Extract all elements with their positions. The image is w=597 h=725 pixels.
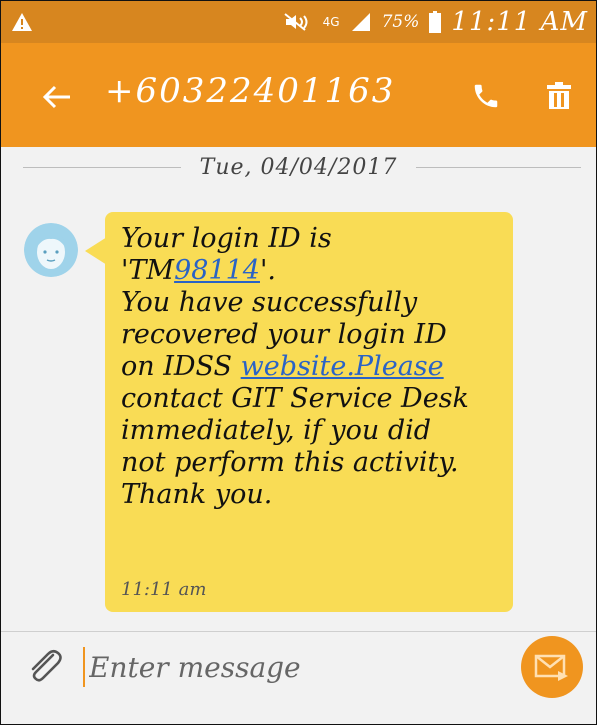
bubble-tail <box>85 237 107 265</box>
phone-icon <box>474 84 498 108</box>
call-button[interactable] <box>471 81 505 115</box>
back-arrow-icon <box>42 85 70 109</box>
contact-avatar[interactable] <box>24 223 78 277</box>
paperclip-icon <box>31 649 62 682</box>
message-line: on IDSS website.Please <box>121 351 444 382</box>
message-input[interactable] <box>89 644 489 690</box>
message-timestamp: 11:11 am <box>121 579 207 600</box>
status-bar: 4G 75% 11:11 AM <box>1 1 596 43</box>
attach-button[interactable] <box>23 646 65 688</box>
send-button[interactable] <box>521 636 583 698</box>
battery-icon <box>429 11 442 33</box>
phone-screen: 4G 75% 11:11 AM +60322401163 Tue, 04/04/… <box>0 0 597 725</box>
message-line: 'TM98114'. <box>121 255 276 286</box>
message-text: Your login ID is 'TM98114'. You have suc… <box>121 223 505 511</box>
message-line: contact GIT Service Desk <box>121 383 469 414</box>
contact-number: +60322401163 <box>105 71 396 111</box>
number-link[interactable]: 98114 <box>174 255 260 286</box>
composer-bar <box>1 631 596 724</box>
date-divider: Tue, 04/04/2017 <box>1 153 596 183</box>
battery-percent: 75% <box>381 12 420 32</box>
app-bar: +60322401163 <box>1 43 596 147</box>
signal-icon <box>351 13 370 31</box>
mute-icon <box>284 13 308 31</box>
delete-button[interactable] <box>546 81 574 115</box>
website-link[interactable]: website.Please <box>241 351 444 382</box>
message-line: You have successfully <box>121 287 418 318</box>
divider-line-right <box>416 167 581 168</box>
message-line: immediately, if you did <box>121 415 432 446</box>
person-icon <box>24 223 78 277</box>
message-line: recovered your login ID <box>121 319 447 350</box>
back-button[interactable] <box>39 79 75 115</box>
message-line: not perform this activity. <box>121 447 459 478</box>
message-line: Your login ID is <box>121 223 332 254</box>
network-type: 4G <box>322 14 340 29</box>
trash-icon <box>547 82 571 109</box>
status-time: 11:11 AM <box>451 7 588 37</box>
warning-icon <box>12 13 32 31</box>
text-cursor <box>83 647 85 687</box>
send-icon <box>534 654 568 681</box>
message-line: Thank you. <box>121 479 273 510</box>
